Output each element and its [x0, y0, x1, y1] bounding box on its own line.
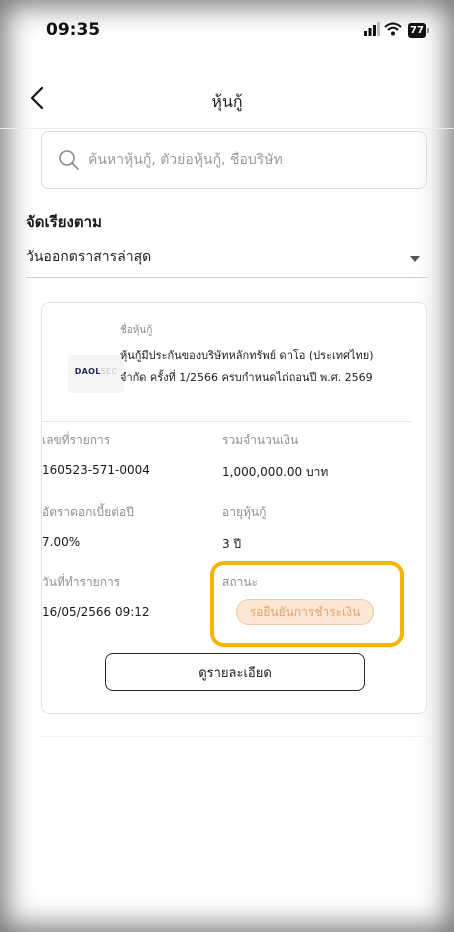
bond-order-card: DAOLSEC ชื่อหุ้นกู้ หุ้นกู้มีประกันของบร… — [41, 302, 427, 714]
txn-date-value: 16/05/2566 09:12 — [42, 605, 150, 619]
nav-bar: หุ้นกู้ — [0, 74, 454, 129]
battery-level: 77 — [408, 23, 426, 38]
sort-dropdown[interactable]: วันออกตราสารล่าสุด — [26, 238, 428, 278]
logo-text-main: DAOL — [74, 367, 101, 376]
txn-no-value: 160523-571-0004 — [42, 463, 150, 477]
card-divider — [42, 421, 412, 422]
logo-text-suffix: SEC — [100, 367, 118, 376]
txn-date-label: วันที่ทำรายการ — [42, 575, 121, 589]
interest-rate-value: 7.00% — [42, 535, 81, 549]
company-logo: DAOLSEC — [68, 355, 124, 393]
status-time: 09:35 — [46, 20, 101, 40]
bond-name: หุ้นกู้มีประกันของบริษัทหลักทรัพย์ ดาโอ … — [120, 349, 374, 384]
caret-down-icon — [410, 256, 420, 262]
status-highlight-box — [210, 561, 404, 647]
view-details-button[interactable]: ดูรายละเอียด — [105, 653, 365, 691]
signal-icon — [364, 22, 380, 36]
total-amount-label: รวมจำนวนเงิน — [222, 433, 299, 447]
search-input[interactable] — [86, 151, 410, 169]
bond-term-label: อายุหุ้นกู้ — [222, 505, 267, 519]
total-amount-value: 1,000,000.00 บาท — [222, 465, 329, 479]
status-bar: 09:35 77 — [0, 0, 454, 62]
interest-rate-label: อัตราดอกเบี้ยต่อปี — [42, 505, 134, 519]
battery-tip — [427, 28, 429, 33]
bond-term-value: 3 ปี — [222, 537, 242, 551]
wifi-icon — [384, 22, 402, 36]
list-divider — [41, 736, 427, 737]
page-title: หุ้นกู้ — [211, 92, 243, 111]
sort-selected-value: วันออกตราสารล่าสุด — [26, 249, 152, 265]
search-box[interactable] — [41, 131, 427, 189]
sort-label: จัดเรียงตาม — [26, 213, 102, 231]
search-icon — [58, 149, 80, 171]
phone-screen: 09:35 77 หุ้นกู้ ค้นหาหุ้นกู้, ตัวย่อหุ้… — [0, 0, 454, 932]
status-icons: 77 — [364, 22, 430, 40]
battery-icon: 77 — [408, 23, 430, 38]
bond-name-label: ชื่อหุ้นกู้ — [120, 325, 153, 336]
txn-no-label: เลขที่รายการ — [42, 433, 111, 447]
